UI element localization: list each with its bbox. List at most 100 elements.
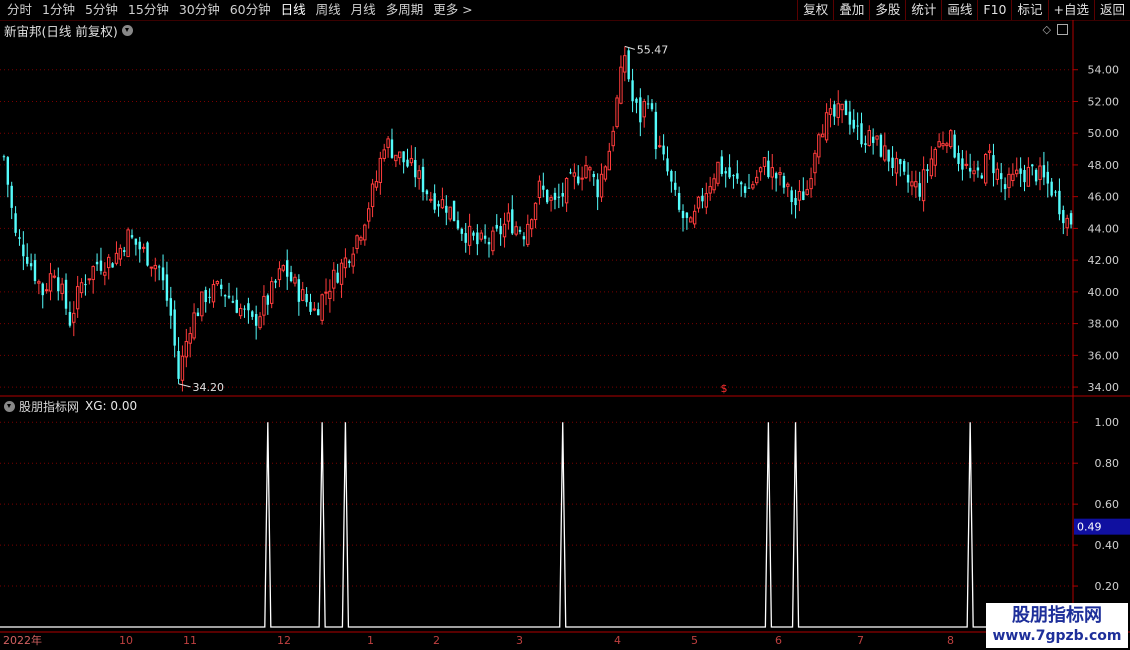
candle-body — [33, 260, 37, 281]
x-tick-label: 6 — [775, 634, 782, 647]
candle-body — [1000, 173, 1003, 180]
main-y-tick-label: 52.00 — [1088, 95, 1120, 108]
candle-body — [770, 167, 774, 178]
candle-body — [797, 191, 802, 201]
toolbar-button-5[interactable]: F10 — [977, 0, 1011, 20]
candle-body — [577, 176, 580, 184]
toolbar-button-7[interactable]: +自选 — [1047, 0, 1094, 20]
candle-body — [506, 212, 511, 222]
candle-body — [809, 178, 813, 190]
candle-body — [987, 150, 992, 153]
chart-top-icons: ◇ — [1043, 23, 1068, 36]
period-tab-4[interactable]: 30分钟 — [174, 0, 225, 20]
period-tab-2[interactable]: 5分钟 — [80, 0, 123, 20]
candle-body — [286, 260, 289, 277]
main-y-tick-label: 44.00 — [1088, 222, 1120, 235]
candle-body — [123, 250, 126, 252]
candle-body — [2, 156, 6, 158]
period-tab-8[interactable]: 月线 — [346, 0, 381, 20]
candle-body — [177, 350, 180, 379]
candle-body — [557, 196, 561, 198]
period-tab-1[interactable]: 1分钟 — [37, 0, 80, 20]
candle-body — [134, 238, 138, 245]
candle-body — [60, 283, 64, 294]
candle-body — [794, 197, 797, 206]
candle-body — [949, 130, 953, 148]
candle-body — [631, 80, 634, 102]
candle-body — [495, 224, 498, 229]
candle-body — [1011, 173, 1015, 182]
candle-body — [44, 289, 49, 292]
candle-body — [840, 103, 844, 111]
candle-body — [941, 143, 945, 147]
candle-body — [421, 166, 425, 193]
indicator-xg-value: XG: 0.00 — [85, 399, 138, 413]
toolbar-button-1[interactable]: 叠加 — [833, 0, 869, 20]
candle-body — [196, 312, 200, 316]
candle-body — [953, 134, 956, 158]
period-tab-9[interactable]: 多周期 — [381, 0, 429, 20]
chevron-down-icon[interactable] — [4, 400, 15, 412]
period-tab-7[interactable]: 周线 — [311, 0, 346, 20]
candle-body — [41, 283, 44, 296]
period-tab-10[interactable]: 更多 > — [428, 0, 477, 20]
ind-y-tick-label: 0.60 — [1095, 498, 1120, 511]
xg-signal-line — [0, 422, 1073, 628]
chevron-down-icon[interactable] — [121, 24, 133, 36]
stock-title: 新宙邦(日线 前复权) — [4, 23, 118, 39]
candle-body — [48, 273, 53, 292]
diamond-icon[interactable]: ◇ — [1043, 23, 1051, 36]
candle-body — [720, 156, 724, 174]
candle-body — [704, 193, 709, 208]
toolbar-button-2[interactable]: 多股 — [869, 0, 905, 20]
candle-body — [747, 187, 751, 189]
period-tab-0[interactable]: 分时 — [2, 0, 37, 20]
candle-body — [91, 266, 95, 281]
candle-body — [875, 135, 879, 140]
candle-body — [828, 108, 833, 115]
candle-body — [366, 208, 371, 222]
candle-body — [627, 50, 630, 80]
candle-body — [1034, 169, 1038, 182]
candle-body — [348, 261, 351, 264]
period-tab-3[interactable]: 15分钟 — [123, 0, 174, 20]
period-tab-6[interactable]: 日线 — [276, 0, 311, 20]
candle-body — [891, 157, 894, 168]
toolbar-button-8[interactable]: 返回 — [1093, 0, 1130, 20]
candle-body — [184, 341, 189, 358]
candle-body — [662, 145, 665, 155]
toolbar-button-3[interactable]: 统计 — [905, 0, 941, 20]
candle-body — [1026, 166, 1031, 187]
period-tab-5[interactable]: 60分钟 — [225, 0, 276, 20]
candle-body — [99, 260, 103, 271]
candle-body — [64, 279, 68, 309]
toolbar-button-0[interactable]: 复权 — [797, 0, 833, 20]
candle-body — [398, 151, 402, 159]
candle-body — [983, 153, 988, 184]
main-y-tick-label: 50.00 — [1088, 127, 1120, 140]
candle-body — [165, 274, 169, 301]
x-tick-label: 1 — [367, 634, 374, 647]
candle-body — [1065, 217, 1069, 229]
candle-body — [317, 309, 320, 316]
candle-body — [153, 264, 157, 270]
chart-canvas: 54.00 52.00 50.00 48.00 46.00 44.00 42.00 40.00… — [0, 20, 1130, 647]
toolbar-button-6[interactable]: 标记 — [1011, 0, 1047, 20]
candle-body — [126, 229, 130, 258]
candle-body — [549, 197, 553, 201]
candle-body — [141, 246, 146, 249]
candle-body — [751, 184, 755, 189]
candle-body — [72, 312, 76, 323]
candle-body — [1042, 165, 1046, 178]
candle-body — [533, 202, 538, 221]
candle-body — [937, 141, 941, 148]
candle-body — [417, 170, 421, 179]
layout-toggle-icon[interactable] — [1057, 24, 1068, 35]
candle-body — [701, 195, 704, 202]
candle-body — [95, 261, 99, 265]
toolbar-button-4[interactable]: 画线 — [941, 0, 977, 20]
candle-body — [378, 157, 383, 183]
candle-body — [906, 174, 910, 183]
candle-body — [674, 182, 677, 190]
candle-body — [514, 226, 518, 235]
